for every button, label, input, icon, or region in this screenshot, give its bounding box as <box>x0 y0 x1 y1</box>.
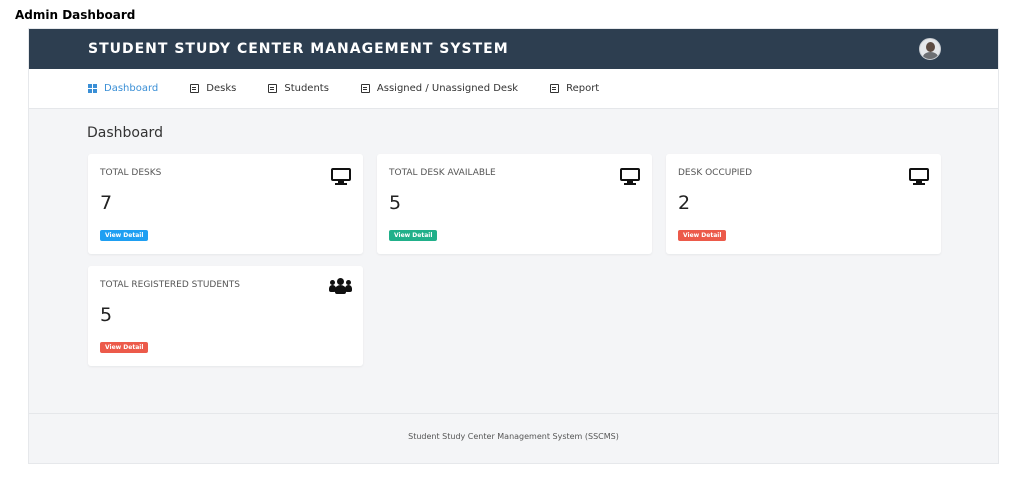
nav-label: Students <box>284 83 329 94</box>
users-icon <box>329 278 352 296</box>
card-desk-occupied: DESK OCCUPIED 2 View Detail <box>666 154 941 254</box>
card-label: TOTAL REGISTERED STUDENTS <box>100 280 240 290</box>
card-label: DESK OCCUPIED <box>678 168 753 178</box>
app-title: STUDENT STUDY CENTER MANAGEMENT SYSTEM <box>88 41 509 57</box>
footer: Student Study Center Management System (… <box>29 413 998 465</box>
card-value: 5 <box>100 304 113 326</box>
monitor-icon <box>620 168 640 185</box>
nav-label: Report <box>566 83 600 94</box>
view-detail-button[interactable]: View Detail <box>389 230 438 241</box>
card-total-desks: TOTAL DESKS 7 View Detail <box>88 154 363 254</box>
nav-item-students[interactable]: Students <box>268 83 329 94</box>
avatar-head <box>926 42 935 52</box>
nav-item-assigned-desk[interactable]: Assigned / Unassigned Desk <box>360 83 519 94</box>
main-nav: Dashboard Desks Students Assigned / Unas… <box>29 69 998 109</box>
nav-item-report[interactable]: Report <box>550 83 599 94</box>
top-header: STUDENT STUDY CENTER MANAGEMENT SYSTEM <box>29 29 998 69</box>
view-detail-button[interactable]: View Detail <box>678 230 727 241</box>
card-total-desk-available: TOTAL DESK AVAILABLE 5 View Detail <box>377 154 652 254</box>
nav-item-desks[interactable]: Desks <box>190 83 236 94</box>
nav-item-dashboard[interactable]: Dashboard <box>88 83 158 94</box>
nav-label: Desks <box>206 83 237 94</box>
avatar-body <box>923 52 938 59</box>
monitor-icon <box>331 168 351 185</box>
dashboard-icon <box>88 84 97 93</box>
card-value: 2 <box>678 192 691 214</box>
card-label: TOTAL DESK AVAILABLE <box>389 168 496 178</box>
book-icon <box>360 84 370 93</box>
book-icon <box>190 84 200 93</box>
book-icon <box>268 84 278 93</box>
view-detail-button[interactable]: View Detail <box>100 230 149 241</box>
card-value: 5 <box>389 192 402 214</box>
user-avatar[interactable] <box>919 38 941 60</box>
card-label: TOTAL DESKS <box>100 168 162 178</box>
card-value: 7 <box>100 192 113 214</box>
app-window: STUDENT STUDY CENTER MANAGEMENT SYSTEM D… <box>28 28 999 464</box>
page-title: Dashboard <box>87 125 163 141</box>
nav-label: Assigned / Unassigned Desk <box>376 83 519 94</box>
nav-label: Dashboard <box>104 83 159 94</box>
monitor-icon <box>909 168 929 185</box>
view-detail-button[interactable]: View Detail <box>100 342 149 353</box>
screenshot-caption: Admin Dashboard <box>15 8 136 22</box>
book-icon <box>550 84 560 93</box>
card-total-registered-students: TOTAL REGISTERED STUDENTS 5 View Detail <box>88 266 363 366</box>
